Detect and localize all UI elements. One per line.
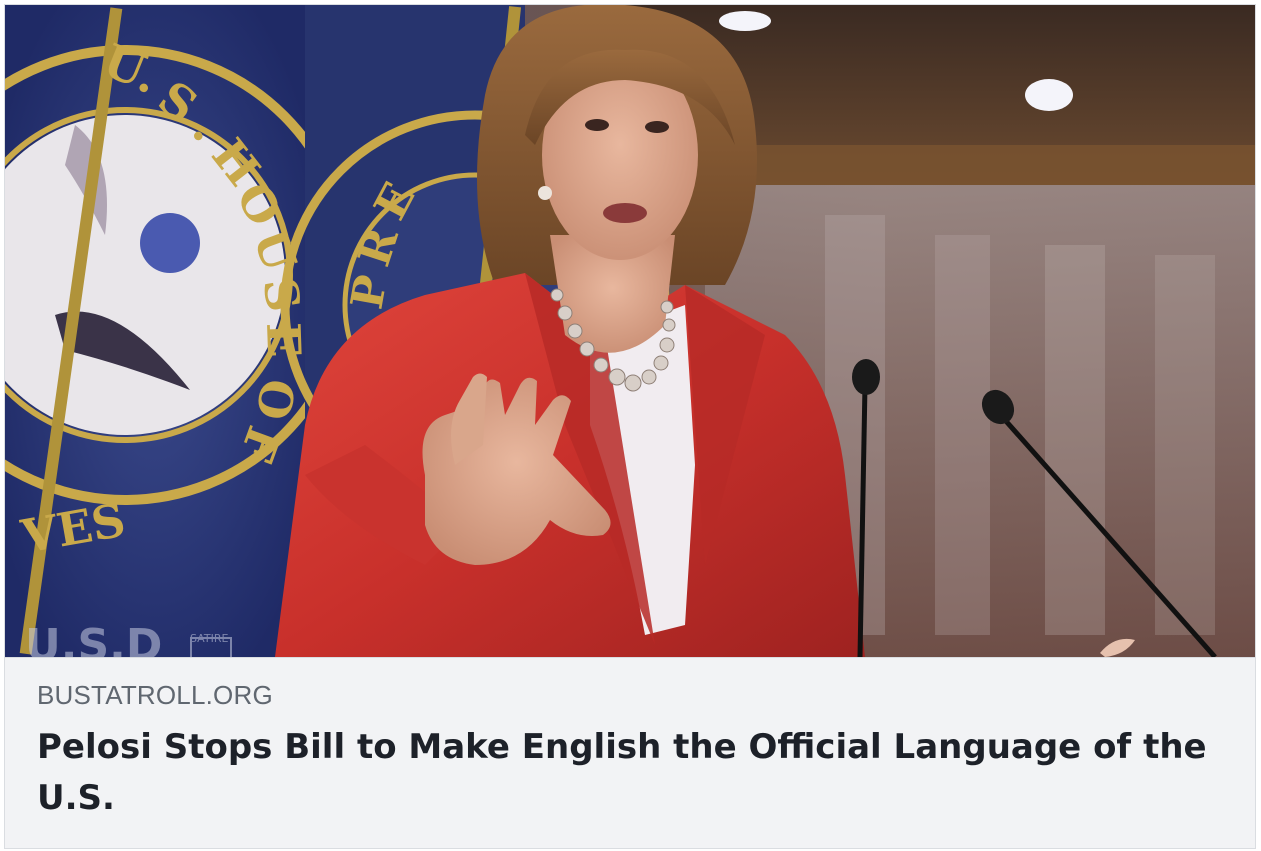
source-domain: BUSTATROLL.ORG [37,680,273,710]
svg-text:SATIRE: SATIRE [190,632,228,645]
article-photo: U . S . H O U S E O F VES E R P U.S.D SA… [5,5,1255,657]
article-headline[interactable]: Pelosi Stops Bill to Make English the Of… [37,722,1217,824]
svg-text:U.S.D: U.S.D [25,620,162,657]
link-preview-text[interactable]: BUSTATROLL.ORG Pelosi Stops Bill to Make… [5,657,1255,848]
article-thumbnail-image[interactable]: U . S . H O U S E O F VES E R P U.S.D SA… [5,5,1255,657]
link-preview-card[interactable]: U . S . H O U S E O F VES E R P U.S.D SA… [4,4,1256,849]
